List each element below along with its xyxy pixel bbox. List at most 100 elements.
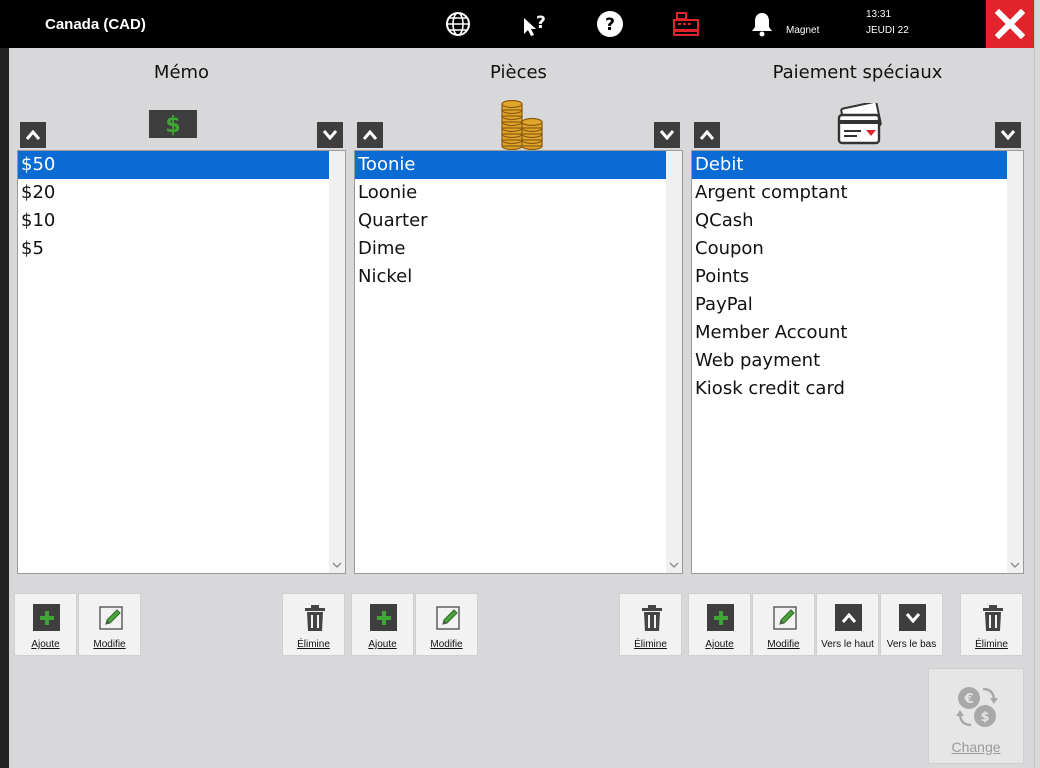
pieces-list-item[interactable]: Toonie [355,151,666,179]
pieces-scrollbar[interactable] [666,151,682,573]
plus-icon [33,604,60,631]
special-payment-list-item[interactable]: Argent comptant [692,179,1007,207]
bell-icon[interactable] [747,9,777,39]
coins-stack-icon [500,100,544,150]
plus-icon [707,604,734,631]
pieces-list-item[interactable]: Quarter [355,207,666,235]
pieces-list-item[interactable]: Loonie [355,179,666,207]
special-delete-button[interactable]: Élimine [960,593,1023,656]
svg-text:$: $ [165,113,180,136]
chevron-up-icon [699,130,715,140]
chevron-up-icon [25,130,41,140]
change-label: Change [951,739,1001,755]
move-down-label: Vers le bas [886,639,937,650]
clock-day: JEUDI 22 [866,25,909,36]
close-button[interactable] [986,0,1034,48]
chevron-down-icon [322,130,338,140]
memo-scrollbar[interactable] [329,151,345,573]
memo-scroll-down-button[interactable] [317,122,343,148]
globe-icon[interactable] [443,9,473,39]
special-scrollbar[interactable] [1007,151,1023,573]
memo-edit-label: Modifie [93,639,126,650]
scroll-down-arrow-icon [332,562,342,568]
left-edge [0,48,9,768]
payment-card-icon [835,102,885,148]
chevron-down-icon [899,604,926,631]
chevron-up-icon [362,130,378,140]
special-payment-list-item[interactable]: Member Account [692,319,1007,347]
memo-list-item[interactable]: $50 [18,151,329,179]
top-bar: Canada (CAD) ? ? Magnet 13:31 JEUDI 22 [0,0,1040,48]
pieces-list-item[interactable]: Dime [355,235,666,263]
memo-list[interactable]: $50 $20 $10 $5 [17,150,346,574]
trash-icon [979,604,1006,631]
memo-list-item[interactable]: $5 [18,235,329,263]
memo-title: Mémo [153,62,210,83]
help-icon[interactable]: ? [595,9,625,39]
special-edit-label: Modifie [767,639,800,650]
memo-scroll-up-button[interactable] [20,122,46,148]
pieces-delete-button[interactable]: Élimine [619,593,682,656]
move-down-button[interactable]: Vers le bas [880,593,943,656]
pencil-icon [434,604,461,631]
special-payment-list-item[interactable]: Web payment [692,347,1007,375]
plus-icon [370,604,397,631]
memo-add-button[interactable]: Ajoute [14,593,77,656]
pointer-help-icon[interactable]: ? [519,9,549,39]
region-label[interactable]: Canada (CAD) [45,16,146,33]
special-payment-list-item[interactable]: QCash [692,207,1007,235]
special-payment-list-item[interactable]: Points [692,263,1007,291]
special-payment-list[interactable]: Debit Argent comptant QCash Coupon Points Pay… [691,150,1024,574]
pieces-list-item[interactable]: Nickel [355,263,666,291]
trash-icon [638,604,665,631]
scroll-down-arrow-icon [1010,562,1020,568]
pieces-add-label: Ajoute [368,639,397,650]
move-up-label: Vers le haut [821,639,874,650]
memo-list-item[interactable]: $20 [18,179,329,207]
pieces-list[interactable]: Toonie Loonie Quarter Dime Nickel [354,150,683,574]
change-button[interactable]: € $ Change [928,668,1024,764]
right-edge [1034,0,1040,768]
banknote-icon: $ [149,110,197,138]
memo-edit-button[interactable]: Modifie [78,593,141,656]
special-add-label: Ajoute [705,639,734,650]
special-add-button[interactable]: Ajoute [688,593,751,656]
svg-text:?: ? [605,15,615,35]
svg-text:$: $ [980,710,989,725]
pieces-title: Pièces [490,62,547,83]
pieces-scroll-up-button[interactable] [357,122,383,148]
pieces-edit-button[interactable]: Modifie [415,593,478,656]
memo-delete-label: Élimine [297,639,330,650]
pieces-scroll-down-button[interactable] [654,122,680,148]
special-edit-button[interactable]: Modifie [752,593,815,656]
magnet-label[interactable]: Magnet [786,25,819,36]
memo-add-label: Ajoute [31,639,60,650]
chevron-up-icon [835,604,862,631]
scroll-down-arrow-icon [669,562,679,568]
special-payment-list-item[interactable]: PayPal [692,291,1007,319]
special-payment-list-item[interactable]: Kiosk credit card [692,375,1007,403]
pencil-icon [771,604,798,631]
trash-icon [301,604,328,631]
currency-exchange-icon: € $ [956,687,998,727]
close-icon [995,9,1025,39]
pencil-icon [97,604,124,631]
svg-text:€: € [963,692,973,707]
cash-register-icon[interactable] [671,9,701,39]
special-delete-label: Élimine [975,639,1008,650]
special-scroll-up-button[interactable] [694,122,720,148]
special-payment-title: Paiement spéciaux [772,62,943,83]
pieces-add-button[interactable]: Ajoute [351,593,414,656]
pieces-delete-label: Élimine [634,639,667,650]
special-payment-list-item[interactable]: Coupon [692,235,1007,263]
special-payment-list-item[interactable]: Debit [692,151,1007,179]
move-up-button[interactable]: Vers le haut [816,593,879,656]
chevron-down-icon [1000,130,1016,140]
pieces-edit-label: Modifie [430,639,463,650]
svg-text:?: ? [536,13,546,33]
clock-time: 13:31 [866,9,892,20]
memo-list-item[interactable]: $10 [18,207,329,235]
chevron-down-icon [659,130,675,140]
memo-delete-button[interactable]: Élimine [282,593,345,656]
special-scroll-down-button[interactable] [995,122,1021,148]
